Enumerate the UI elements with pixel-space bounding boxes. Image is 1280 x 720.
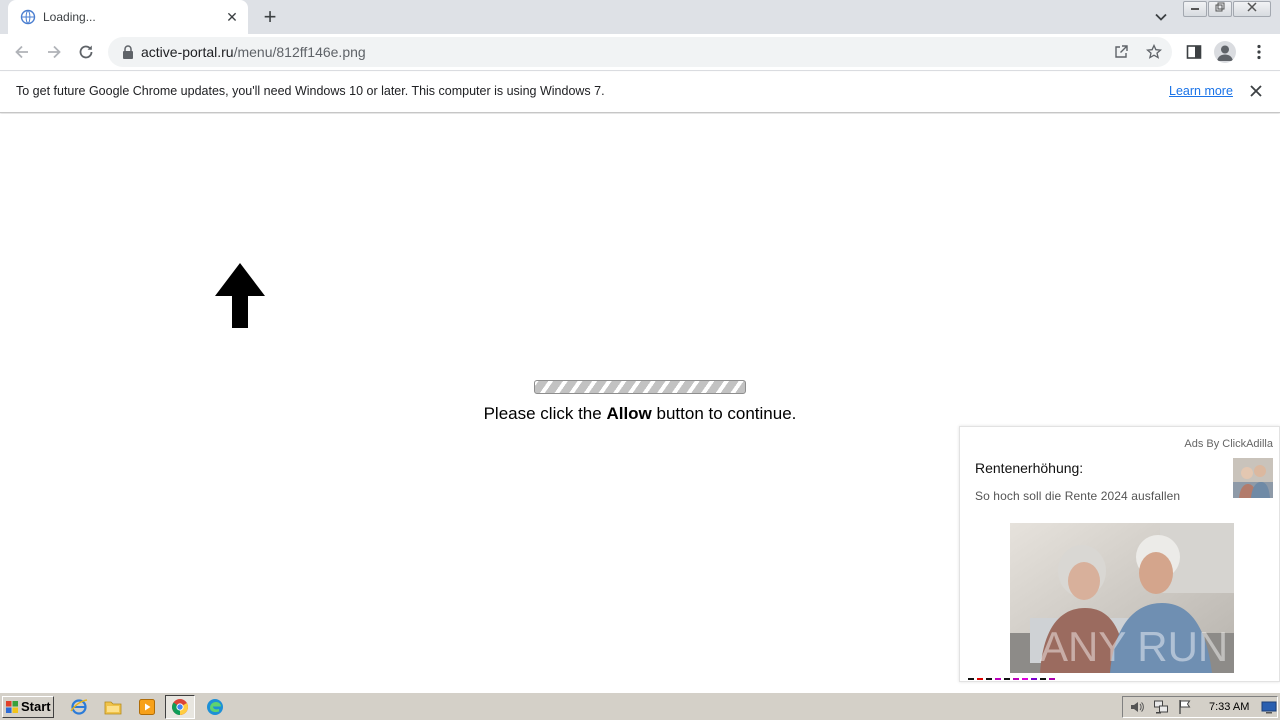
side-panel-icon[interactable] [1185,43,1203,61]
elderly-couple-photo: ANY RUN [1010,523,1234,673]
action-center-flag-icon[interactable] [1177,699,1193,715]
ad-title[interactable]: Rentenerhöhung: [975,460,1083,476]
edge-icon[interactable] [206,698,224,716]
network-icon[interactable] [1153,699,1169,715]
new-tab-button[interactable]: + [259,6,281,28]
tab-title: Loading... [43,10,96,24]
infobar-close-icon[interactable] [1248,83,1264,99]
infobar-message: To get future Google Chrome updates, you… [16,84,605,98]
chevron-down-icon[interactable] [1152,8,1170,26]
media-player-icon[interactable] [138,698,156,716]
start-label: Start [21,699,51,714]
restore-icon [1215,2,1225,12]
share-icon[interactable] [1113,44,1129,60]
reload-icon[interactable] [76,42,96,62]
minimize-button[interactable] [1183,1,1207,17]
windows-flag-icon [6,701,18,713]
cta-prefix: Please click the [483,404,607,423]
show-desktop-icon[interactable] [1261,699,1277,715]
lock-icon[interactable] [122,45,134,59]
restore-button[interactable] [1208,1,1232,17]
minimize-icon [1191,8,1199,10]
loading-globe-icon [20,9,36,25]
ad-provider-label[interactable]: Ads By ClickAdilla [1184,438,1273,450]
page-content: Please click the Allow button to continu… [0,114,1280,692]
tab-strip: Loading... ✕ + [0,0,1280,34]
url-host: active-portal.ru [141,44,234,60]
clock[interactable]: 7:33 AM [1209,701,1249,713]
bookmark-star-icon[interactable] [1146,44,1162,60]
allow-prompt-text: Please click the Allow button to continu… [0,404,1280,424]
more-menu-icon[interactable] [1250,43,1268,61]
tab-close-icon[interactable]: ✕ [224,9,240,25]
file-explorer-icon[interactable] [104,698,122,716]
close-icon [1247,2,1257,12]
chrome-icon [172,699,188,715]
back-arrow-icon[interactable] [12,42,32,62]
loading-progress-bar [534,380,746,394]
ad-main-image[interactable]: ANY RUN [1010,523,1234,673]
chrome-taskbar-button[interactable] [165,695,195,719]
person-icon [1217,45,1233,61]
system-tray: 7:33 AM [1122,696,1278,718]
ad-description[interactable]: So hoch soll die Rente 2024 ausfallen [975,489,1180,503]
cta-suffix: button to continue. [651,404,797,423]
start-button[interactable]: Start [2,696,54,718]
internet-explorer-icon[interactable] [70,698,88,716]
update-infobar: To get future Google Chrome updates, you… [0,72,1280,113]
url-text[interactable]: active-portal.ru/menu/812ff146e.png [141,44,366,60]
close-window-button[interactable] [1233,1,1271,17]
url-path: /menu/812ff146e.png [233,44,366,60]
ad-thumbnail-image[interactable] [1233,458,1273,498]
windows-taskbar: Start 7:33 AM [0,692,1280,720]
volume-icon[interactable] [1129,699,1145,715]
learn-more-link[interactable]: Learn more [1169,84,1233,98]
ad-color-strip [968,678,1055,680]
ad-widget[interactable]: Ads By ClickAdilla Rentenerhöhung: So ho… [959,426,1280,682]
profile-avatar[interactable] [1214,41,1236,63]
browser-toolbar: active-portal.ru/menu/812ff146e.png [0,34,1280,71]
browser-tab[interactable]: Loading... ✕ [8,0,248,34]
up-arrow-icon [215,263,265,328]
forward-arrow-icon[interactable] [44,42,64,62]
watermark-text: ANY RUN [1040,623,1228,670]
address-bar[interactable]: active-portal.ru/menu/812ff146e.png [108,37,1172,67]
cta-allow-word: Allow [606,404,652,423]
